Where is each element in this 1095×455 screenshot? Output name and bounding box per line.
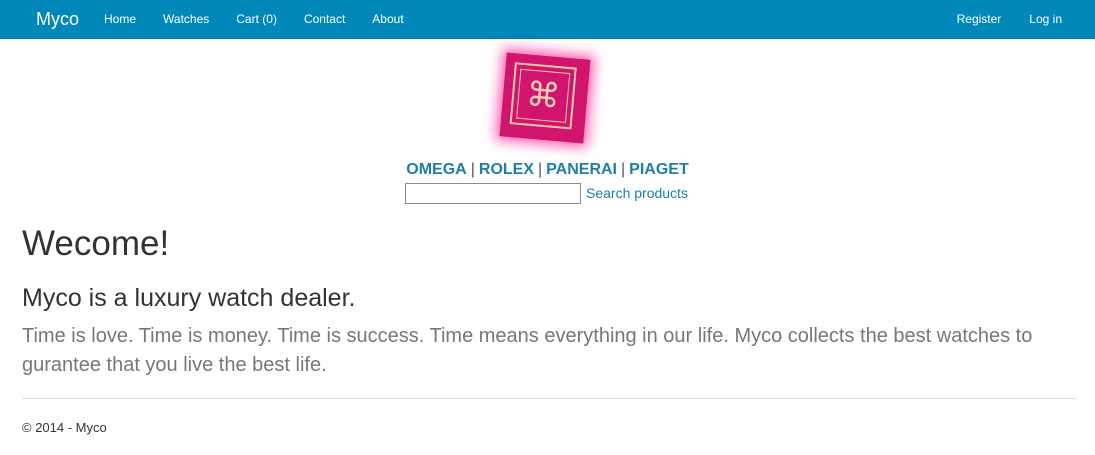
- brand-separator: |: [538, 161, 543, 178]
- logo-inner-frame: ⌘: [516, 68, 571, 123]
- brand-separator: |: [470, 161, 475, 178]
- main-nav: Home Watches Cart (0) Contact About: [104, 12, 431, 26]
- nav-register[interactable]: Register: [957, 12, 1002, 26]
- command-key-icon: ⌘: [524, 74, 562, 118]
- brand-separator: |: [621, 161, 626, 178]
- page-title: Wecome!: [22, 224, 170, 263]
- footer-copyright: © 2014 - Myco: [22, 420, 107, 435]
- logo-frame: ⌘: [509, 62, 577, 130]
- intro-text: Time is love. Time is money. Time is suc…: [22, 325, 1033, 376]
- brand-rolex-link[interactable]: ROLEX: [479, 161, 534, 178]
- search-products-link[interactable]: Search products: [586, 185, 688, 201]
- brand-piaget-link[interactable]: PIAGET: [629, 161, 689, 178]
- search-input[interactable]: [405, 182, 581, 204]
- nav-contact[interactable]: Contact: [304, 12, 345, 26]
- top-navbar: Myco Home Watches Cart (0) Contact About…: [0, 0, 1095, 39]
- nav-about[interactable]: About: [372, 12, 403, 26]
- nav-home[interactable]: Home: [104, 12, 136, 26]
- nav-cart[interactable]: Cart (0): [236, 12, 277, 26]
- brand-omega-link[interactable]: OMEGA: [406, 161, 466, 178]
- page-subheading: Myco is a luxury watch dealer.: [22, 284, 356, 312]
- brand-panerai-link[interactable]: PANERAI: [546, 161, 617, 178]
- brand-links: OMEGA | ROLEX | PANERAI | PIAGET: [0, 160, 1095, 180]
- brand-link[interactable]: Myco: [36, 9, 79, 29]
- footer-divider: [22, 398, 1076, 399]
- account-nav: Register Log in: [929, 12, 1062, 26]
- nav-login[interactable]: Log in: [1029, 12, 1062, 26]
- search-bar: Search products: [405, 181, 688, 205]
- logo-tile: ⌘: [499, 52, 591, 144]
- site-logo: ⌘: [499, 52, 591, 144]
- nav-watches[interactable]: Watches: [163, 12, 209, 26]
